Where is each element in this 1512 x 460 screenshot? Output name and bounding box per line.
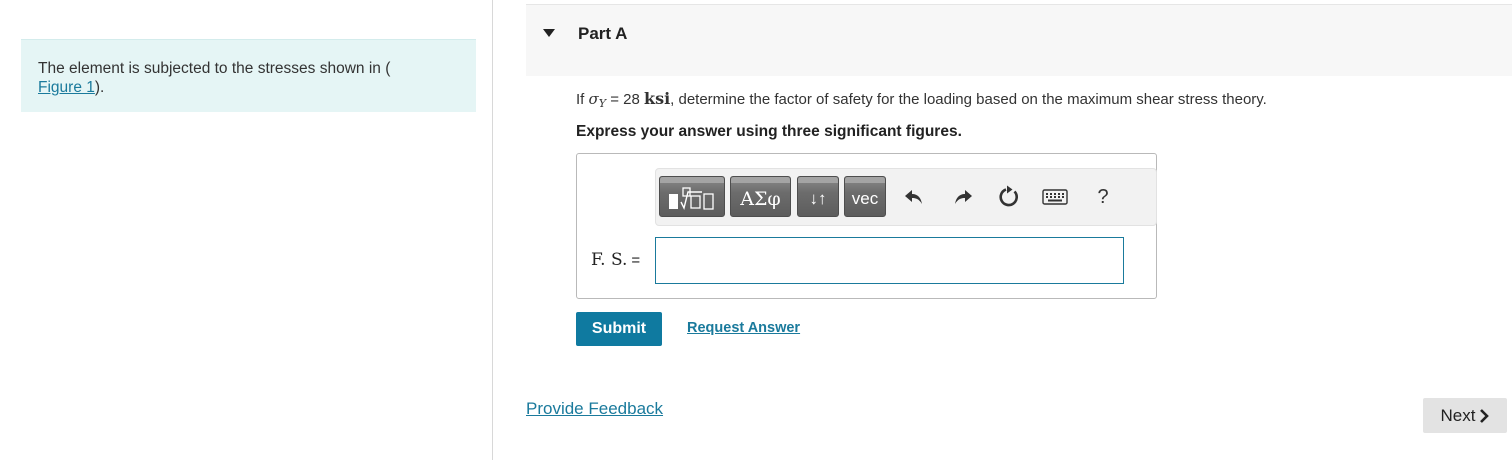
templates-button[interactable]: [659, 176, 725, 217]
figure-link[interactable]: Figure 1: [38, 79, 95, 96]
provide-feedback-link[interactable]: Provide Feedback: [526, 399, 663, 419]
answer-instruction: Express your answer using three signific…: [576, 123, 962, 140]
intro-suffix: ).: [94, 79, 105, 96]
vec-label: vec: [851, 189, 879, 208]
question-prefix: If: [576, 91, 589, 108]
greek-symbols-button[interactable]: ΑΣφ: [730, 176, 791, 217]
chevron-right-icon: [1480, 408, 1490, 423]
question-text: If σY = 28 ksi, determine the factor of …: [576, 89, 1267, 110]
problem-intro: The element is subjected to the stresses…: [21, 39, 476, 112]
help-icon[interactable]: ?: [1090, 184, 1116, 210]
next-button[interactable]: Next: [1423, 398, 1507, 433]
undo-icon[interactable]: [901, 184, 927, 210]
collapse-caret-icon[interactable]: [543, 29, 555, 37]
next-label: Next: [1440, 405, 1476, 425]
fs-equals: =: [631, 252, 641, 269]
arrows-label: ↓↑: [809, 189, 827, 208]
page-root: The element is subjected to the stresses…: [0, 0, 1512, 460]
arrows-button[interactable]: ↓↑: [797, 176, 839, 217]
unit-ksi: ksi: [643, 89, 671, 108]
submit-button[interactable]: Submit: [576, 312, 662, 346]
help-label: ?: [1097, 185, 1109, 208]
button-strip: [845, 177, 885, 183]
answer-box: ΑΣφ ↓↑ vec ? F. S. =: [576, 153, 1157, 299]
intro-text: The element is subjected to the stresses…: [38, 60, 391, 77]
vector-button[interactable]: vec: [844, 176, 886, 217]
fs-text: F. S.: [591, 250, 628, 270]
reset-icon[interactable]: [996, 184, 1022, 210]
column-divider: [492, 0, 493, 460]
redo-icon[interactable]: [950, 184, 976, 210]
keyboard-icon[interactable]: [1042, 184, 1068, 210]
templates-icon: [669, 187, 714, 211]
request-answer-link[interactable]: Request Answer: [687, 320, 800, 336]
part-header[interactable]: Part A: [526, 4, 1512, 76]
button-strip: [731, 177, 790, 183]
answer-label: F. S. =: [591, 250, 640, 270]
answer-input[interactable]: [655, 237, 1124, 284]
greek-label: ΑΣφ: [740, 188, 781, 210]
math-toolbar: ΑΣφ ↓↑ vec ?: [655, 168, 1157, 226]
sigma-symbol: σ: [588, 90, 599, 108]
sigma-subscript: Y: [598, 97, 607, 110]
question-suffix: , determine the factor of safety for the…: [670, 91, 1267, 108]
part-title: Part A: [578, 24, 628, 43]
button-strip: [660, 177, 724, 183]
button-strip: [798, 177, 838, 183]
question-equals: = 28: [606, 91, 644, 108]
